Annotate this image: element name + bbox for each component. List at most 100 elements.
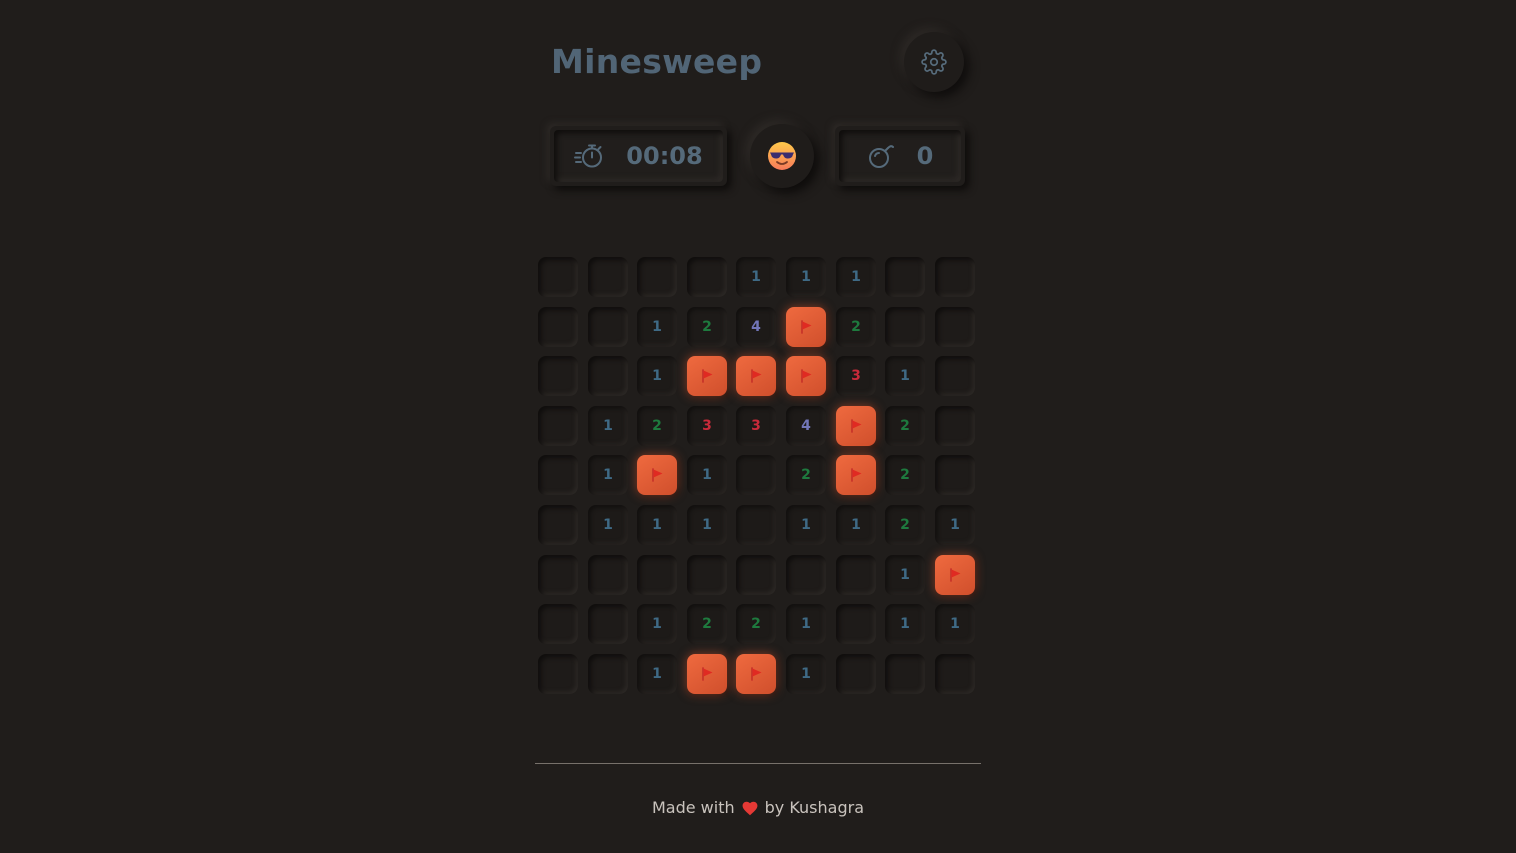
board-cell-flagged[interactable] <box>786 356 826 396</box>
board-cell-covered[interactable] <box>687 555 727 595</box>
board-cell-number[interactable]: 1 <box>637 604 677 644</box>
board-cell-covered[interactable] <box>935 406 975 446</box>
board-cell-number[interactable]: 2 <box>885 505 925 545</box>
board-cell-covered[interactable] <box>588 654 628 694</box>
board-cell-covered[interactable] <box>538 356 578 396</box>
board-cell-number[interactable]: 1 <box>935 604 975 644</box>
board-cell-number[interactable]: 1 <box>935 505 975 545</box>
board-cell-covered[interactable] <box>538 654 578 694</box>
board-cell-covered[interactable] <box>588 356 628 396</box>
board-cell-number[interactable]: 3 <box>836 356 876 396</box>
board-cell-number[interactable]: 4 <box>736 307 776 347</box>
board-cell-flagged[interactable] <box>637 455 677 495</box>
mine-counter-panel: 0 <box>835 126 965 186</box>
board-cell-covered[interactable] <box>935 257 975 297</box>
board-cell-flagged[interactable] <box>687 654 727 694</box>
board-cell-number[interactable]: 3 <box>687 406 727 446</box>
board-cell-number[interactable]: 1 <box>637 356 677 396</box>
board-cell-number[interactable]: 1 <box>588 505 628 545</box>
board-cell-number[interactable]: 2 <box>736 604 776 644</box>
flag-icon <box>801 320 812 334</box>
board-cell-number[interactable]: 1 <box>885 555 925 595</box>
board-cell-flagged[interactable] <box>687 356 727 396</box>
board-cell-covered[interactable] <box>836 654 876 694</box>
board-cell-covered[interactable] <box>588 604 628 644</box>
board-cell-flagged[interactable] <box>935 555 975 595</box>
board-cell-number[interactable]: 2 <box>885 406 925 446</box>
board-cell-flagged[interactable] <box>736 356 776 396</box>
board-cell-number[interactable]: 1 <box>588 455 628 495</box>
flag-icon <box>702 667 713 681</box>
board-cell-open[interactable] <box>736 505 776 545</box>
board-cell-flagged[interactable] <box>836 406 876 446</box>
board-cell-number[interactable]: 2 <box>786 455 826 495</box>
board-cell-covered[interactable] <box>687 257 727 297</box>
board-cell-number[interactable]: 1 <box>885 604 925 644</box>
flag-icon <box>652 468 663 482</box>
page-title: Minesweep <box>551 42 763 81</box>
board-cell-number[interactable]: 2 <box>687 604 727 644</box>
board-cell-covered[interactable] <box>588 555 628 595</box>
board-cell-number[interactable]: 1 <box>885 356 925 396</box>
board-cell-number[interactable]: 1 <box>836 257 876 297</box>
board-cell-covered[interactable] <box>588 257 628 297</box>
board-cell-number[interactable]: 2 <box>637 406 677 446</box>
board-cell-covered[interactable] <box>637 555 677 595</box>
board-cell-number[interactable]: 1 <box>736 257 776 297</box>
board-cell-number[interactable]: 1 <box>637 307 677 347</box>
timer-panel: 00:08 <box>550 126 727 186</box>
flag-icon <box>851 468 862 482</box>
minesweeper-page: Minesweep 00:08 0 1 1 1 1 2 4 2 1 3 1 1 … <box>0 0 1516 853</box>
board-cell-covered[interactable] <box>538 307 578 347</box>
flag-icon <box>801 369 812 383</box>
board-cell-number[interactable]: 1 <box>637 654 677 694</box>
board-cell-number[interactable]: 3 <box>736 406 776 446</box>
settings-button[interactable] <box>904 32 964 92</box>
mine-counter-display: 0 <box>839 130 961 182</box>
board-cell-number[interactable]: 1 <box>786 604 826 644</box>
board-cell-covered[interactable] <box>786 555 826 595</box>
board-cell-covered[interactable] <box>935 356 975 396</box>
board-cell-number[interactable]: 2 <box>687 307 727 347</box>
board-cell-number[interactable]: 1 <box>786 654 826 694</box>
board-cell-covered[interactable] <box>836 555 876 595</box>
board-cell-number[interactable]: 2 <box>885 455 925 495</box>
board-cell-covered[interactable] <box>538 505 578 545</box>
mine-counter-value: 0 <box>916 142 934 170</box>
board-cell-flagged[interactable] <box>836 455 876 495</box>
board-cell-number[interactable]: 4 <box>786 406 826 446</box>
game-board: 111124213112334211221111121112211111 <box>538 257 978 697</box>
board-cell-covered[interactable] <box>935 307 975 347</box>
board-cell-number[interactable]: 1 <box>637 505 677 545</box>
timer-value: 00:08 <box>626 142 703 170</box>
board-cell-flagged[interactable] <box>786 307 826 347</box>
board-cell-covered[interactable] <box>538 257 578 297</box>
board-cell-number[interactable]: 1 <box>836 505 876 545</box>
board-cell-number[interactable]: 2 <box>836 307 876 347</box>
board-cell-number[interactable]: 1 <box>786 505 826 545</box>
board-cell-covered[interactable] <box>588 307 628 347</box>
board-cell-covered[interactable] <box>935 455 975 495</box>
flag-icon <box>950 568 961 582</box>
board-cell-covered[interactable] <box>935 654 975 694</box>
board-cell-covered[interactable] <box>885 257 925 297</box>
board-cell-number[interactable]: 1 <box>588 406 628 446</box>
board-cell-covered[interactable] <box>637 257 677 297</box>
gear-icon <box>921 49 947 75</box>
footer-text-after: by Kushagra <box>764 798 864 817</box>
board-cell-covered[interactable] <box>538 604 578 644</box>
board-cell-open[interactable] <box>736 455 776 495</box>
face-reset-button[interactable] <box>750 124 814 188</box>
board-cell-covered[interactable] <box>538 455 578 495</box>
board-cell-number[interactable]: 1 <box>687 505 727 545</box>
board-cell-number[interactable]: 1 <box>786 257 826 297</box>
board-cell-covered[interactable] <box>836 604 876 644</box>
board-cell-covered[interactable] <box>885 307 925 347</box>
board-cell-covered[interactable] <box>538 555 578 595</box>
board-cell-covered[interactable] <box>538 406 578 446</box>
board-cell-number[interactable]: 1 <box>687 455 727 495</box>
board-cell-covered[interactable] <box>736 555 776 595</box>
board-cell-covered[interactable] <box>885 654 925 694</box>
board-cell-flagged[interactable] <box>736 654 776 694</box>
footer: Made with by Kushagra <box>0 797 1516 822</box>
